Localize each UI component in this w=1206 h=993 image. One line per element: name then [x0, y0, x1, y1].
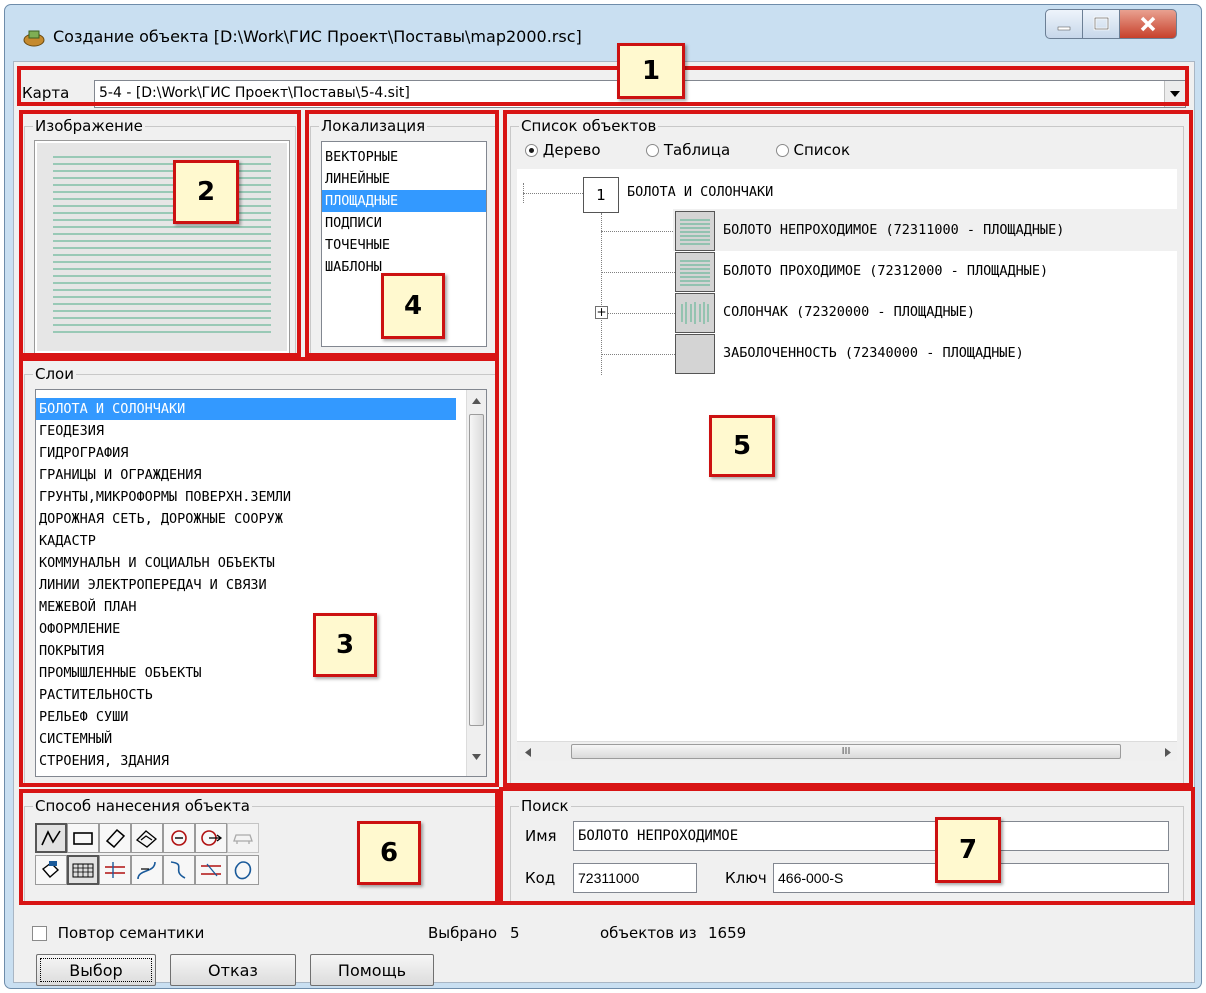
callout-7: 7: [935, 817, 1001, 883]
minimize-button[interactable]: [1045, 9, 1083, 39]
annotation-frame-7: [499, 787, 1195, 905]
close-window-button[interactable]: [1119, 9, 1177, 39]
window-title: Создание объекта [D:\Work\ГИС Проект\Пос…: [53, 27, 582, 46]
callout-1: 1: [617, 43, 685, 99]
repeat-semantics-label: Повтор семантики: [57, 924, 205, 942]
checkbox-box: [32, 926, 47, 941]
selected-label: Выбрано: [428, 924, 498, 942]
cancel-button[interactable]: Отказ: [170, 954, 296, 986]
close-icon: [1140, 16, 1156, 32]
dialog-window: Создание объекта [D:\Work\ГИС Проект\Пос…: [4, 4, 1202, 989]
total-count: 1659: [708, 924, 747, 942]
minimize-icon: [1057, 26, 1071, 31]
callout-6: 6: [357, 821, 421, 885]
app-globe-icon: [23, 30, 45, 47]
of-label: объектов из: [600, 924, 697, 942]
select-button[interactable]: Выбор: [36, 954, 156, 986]
maximize-icon: [1093, 16, 1110, 31]
callout-3: 3: [313, 613, 377, 677]
annotation-frame-2: [19, 110, 301, 357]
selected-count: 5: [510, 924, 520, 942]
callout-4: 4: [381, 273, 445, 339]
title-bar[interactable]: Создание объекта [D:\Work\ГИС Проект\Пос…: [5, 5, 1201, 61]
annotation-frame-5: [503, 110, 1193, 787]
maximize-button[interactable]: [1082, 9, 1120, 39]
help-button[interactable]: Помощь: [310, 954, 434, 986]
annotation-frame-3: [19, 357, 499, 787]
callout-5: 5: [709, 415, 775, 477]
annotation-frame-1: [17, 66, 1189, 106]
callout-2: 2: [173, 160, 239, 224]
repeat-semantics-checkbox[interactable]: Повтор семантики: [32, 924, 204, 942]
annotation-frame-6: [19, 789, 499, 905]
